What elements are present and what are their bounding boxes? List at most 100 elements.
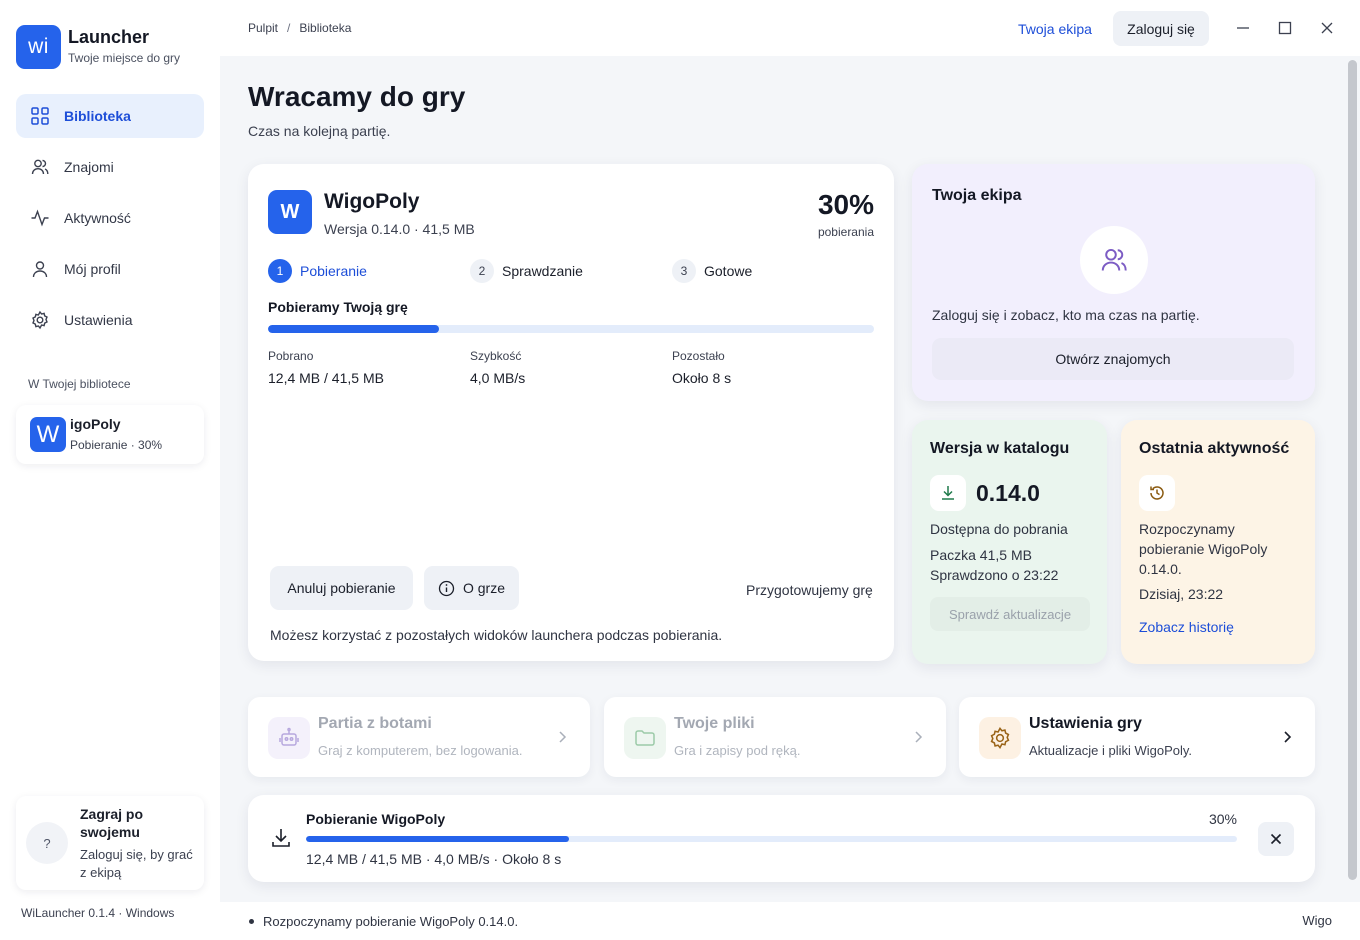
breadcrumb-separator: / xyxy=(287,21,291,35)
tile-description: Aktualizacje i pliki WigoPoly. xyxy=(1029,743,1193,758)
cancel-download-button[interactable]: Anuluj pobieranie xyxy=(270,566,413,610)
step-number: 3 xyxy=(672,259,696,283)
nav-item-settings[interactable]: Ustawienia xyxy=(16,298,204,342)
maximize-icon xyxy=(1278,21,1292,35)
chevron-right-icon xyxy=(915,731,923,743)
team-link[interactable]: Twoja ekipa xyxy=(1018,21,1092,37)
nav-item-library[interactable]: Biblioteka xyxy=(16,94,204,138)
nav-label: Ustawienia xyxy=(64,312,133,328)
close-window-button[interactable] xyxy=(1315,16,1339,40)
download-icon xyxy=(930,475,966,511)
download-icon xyxy=(272,829,290,847)
chevron-right-icon xyxy=(559,731,567,743)
app-tagline: Twoje miejsce do gry xyxy=(68,51,181,65)
nav-label: Mój profil xyxy=(64,261,121,277)
folder-icon xyxy=(624,717,666,759)
help-text: Zaloguj się, by grać z ekipą xyxy=(80,847,193,880)
catalog-checked-time: Sprawdzono o 23:22 xyxy=(930,567,1059,583)
history-icon xyxy=(1139,475,1175,511)
stat-downloaded-value: 12,4 MB / 41,5 MB xyxy=(268,370,384,386)
sidebar: wi Launcher Twoje miejsce do gry Bibliot… xyxy=(0,0,220,940)
users-icon xyxy=(1101,248,1127,271)
library-item-status: Pobieranie · 30% xyxy=(70,438,163,452)
tile-description: Gra i zapisy pod ręką. xyxy=(674,743,801,758)
scrollbar-thumb[interactable] xyxy=(1348,60,1357,880)
open-friends-button[interactable]: Otwórz znajomych xyxy=(932,338,1294,380)
step-label: Gotowe xyxy=(704,263,753,279)
step-label: Sprawdzanie xyxy=(502,263,583,279)
view-history-link[interactable]: Zobacz historię xyxy=(1139,619,1234,635)
stat-remaining-value: Około 8 s xyxy=(672,370,732,386)
game-version: Wersja 0.14.0 · 41,5 MB xyxy=(324,221,475,237)
stat-speed-value: 4,0 MB/s xyxy=(470,370,526,386)
page-title: Wracamy do gry xyxy=(248,81,466,112)
robot-icon xyxy=(268,717,310,759)
download-info: 12,4 MB / 41,5 MB · 4,0 MB/s · Około 8 s xyxy=(306,851,562,867)
minimize-icon xyxy=(1237,27,1249,29)
recent-activity-card: Ostatnia aktywność Rozpoczynamy pobieran… xyxy=(1121,420,1315,664)
catalog-version-number: 0.14.0 xyxy=(976,480,1040,506)
nav-label: Aktywność xyxy=(64,210,131,226)
game-download-card: W WigoPoly Wersja 0.14.0 · 41,5 MB 30% p… xyxy=(248,164,894,661)
activity-time: Dzisiaj, 23:22 xyxy=(1139,586,1224,602)
login-button[interactable]: Zaloguj się xyxy=(1113,11,1209,46)
tile-title: Ustawienia gry xyxy=(1029,715,1142,732)
about-game-label: O grze xyxy=(462,580,505,596)
step-number: 2 xyxy=(470,259,494,283)
download-progress-bar xyxy=(306,836,1237,842)
download-title: Pobieranie WigoPoly xyxy=(306,811,446,827)
preparing-status: Przygotowujemy grę xyxy=(746,582,873,598)
activity-title: Ostatnia aktywność xyxy=(1139,440,1290,457)
game-icon: W xyxy=(268,190,312,234)
breadcrumb-item-library[interactable]: Biblioteka xyxy=(299,21,351,35)
team-card-text: Zaloguj się i zobacz, kto ma czas na par… xyxy=(932,307,1200,323)
user-icon xyxy=(32,261,48,278)
tile-bot-match[interactable]: Partia z botami Graj z komputerem, bez l… xyxy=(248,697,590,777)
breadcrumb: Pulpit / Biblioteka xyxy=(248,21,351,35)
step-number: 1 xyxy=(268,259,292,283)
question-icon: ? xyxy=(26,822,68,864)
activity-text: Rozpoczynamy pobieranie WigoPoly 0.14.0. xyxy=(1139,521,1268,577)
status-dot-icon xyxy=(249,919,254,924)
tile-your-files[interactable]: Twoje pliki Gra i zapisy pod ręką. xyxy=(604,697,946,777)
maximize-button[interactable] xyxy=(1273,16,1297,40)
nav-item-friends[interactable]: Znajomi xyxy=(16,145,204,189)
step-label: Pobieranie xyxy=(300,263,367,279)
game-name: WigoPoly xyxy=(324,190,420,213)
close-icon xyxy=(1321,22,1333,34)
users-icon xyxy=(31,159,49,175)
nav-label: Biblioteka xyxy=(64,108,131,124)
close-icon xyxy=(1270,833,1282,845)
nav-item-profile[interactable]: Mój profil xyxy=(16,247,204,291)
catalog-title: Wersja w katalogu xyxy=(930,440,1070,457)
download-percent: 30% xyxy=(817,189,874,220)
progress-fill xyxy=(306,836,569,842)
topbar: Pulpit / Biblioteka Twoja ekipa Zaloguj si… xyxy=(220,0,1360,56)
chevron-right-icon xyxy=(1284,731,1292,743)
about-game-button[interactable]: O grze xyxy=(424,566,519,610)
nav-item-activity[interactable]: Aktywność xyxy=(16,196,204,240)
help-title: Zagraj po swojemu xyxy=(80,806,144,840)
team-card: Twoja ekipa Zaloguj się i zobacz, kto ma… xyxy=(912,164,1315,401)
cancel-download-x-button[interactable] xyxy=(1258,822,1294,856)
library-item-card[interactable]: W igoPoly Pobieranie · 30% xyxy=(16,405,204,464)
breadcrumb-item-home[interactable]: Pulpit xyxy=(248,21,278,35)
app-name: Launcher xyxy=(68,27,150,47)
status-message: Rozpoczynamy pobieranie WigoPoly 0.14.0. xyxy=(263,914,519,929)
step-ready: 3 Gotowe xyxy=(672,259,752,283)
tile-title: Twoje pliki xyxy=(674,715,755,732)
download-note: Możesz korzystać z pozostałych widoków l… xyxy=(270,627,723,643)
tile-game-settings[interactable]: Ustawienia gry Aktualizacje i pliki Wigo… xyxy=(959,697,1315,777)
progress-fill xyxy=(268,325,439,333)
download-progress-bar xyxy=(268,325,874,333)
tile-description: Graj z komputerem, bez logowania. xyxy=(318,743,523,758)
check-updates-button: Sprawdź aktualizacje xyxy=(930,597,1090,631)
stat-remaining-label: Pozostało xyxy=(672,349,725,363)
help-card[interactable]: ? Zagraj po swojemu Zaloguj się, by grać… xyxy=(16,796,204,890)
minimize-button[interactable] xyxy=(1231,16,1255,40)
scrollbar[interactable] xyxy=(1344,56,1360,902)
page-subtitle: Czas na kolejną partię. xyxy=(248,123,391,139)
nav-label: Znajomi xyxy=(64,159,114,175)
catalog-availability: Dostępna do pobrania xyxy=(930,521,1068,537)
team-card-title: Twoja ekipa xyxy=(932,187,1022,204)
